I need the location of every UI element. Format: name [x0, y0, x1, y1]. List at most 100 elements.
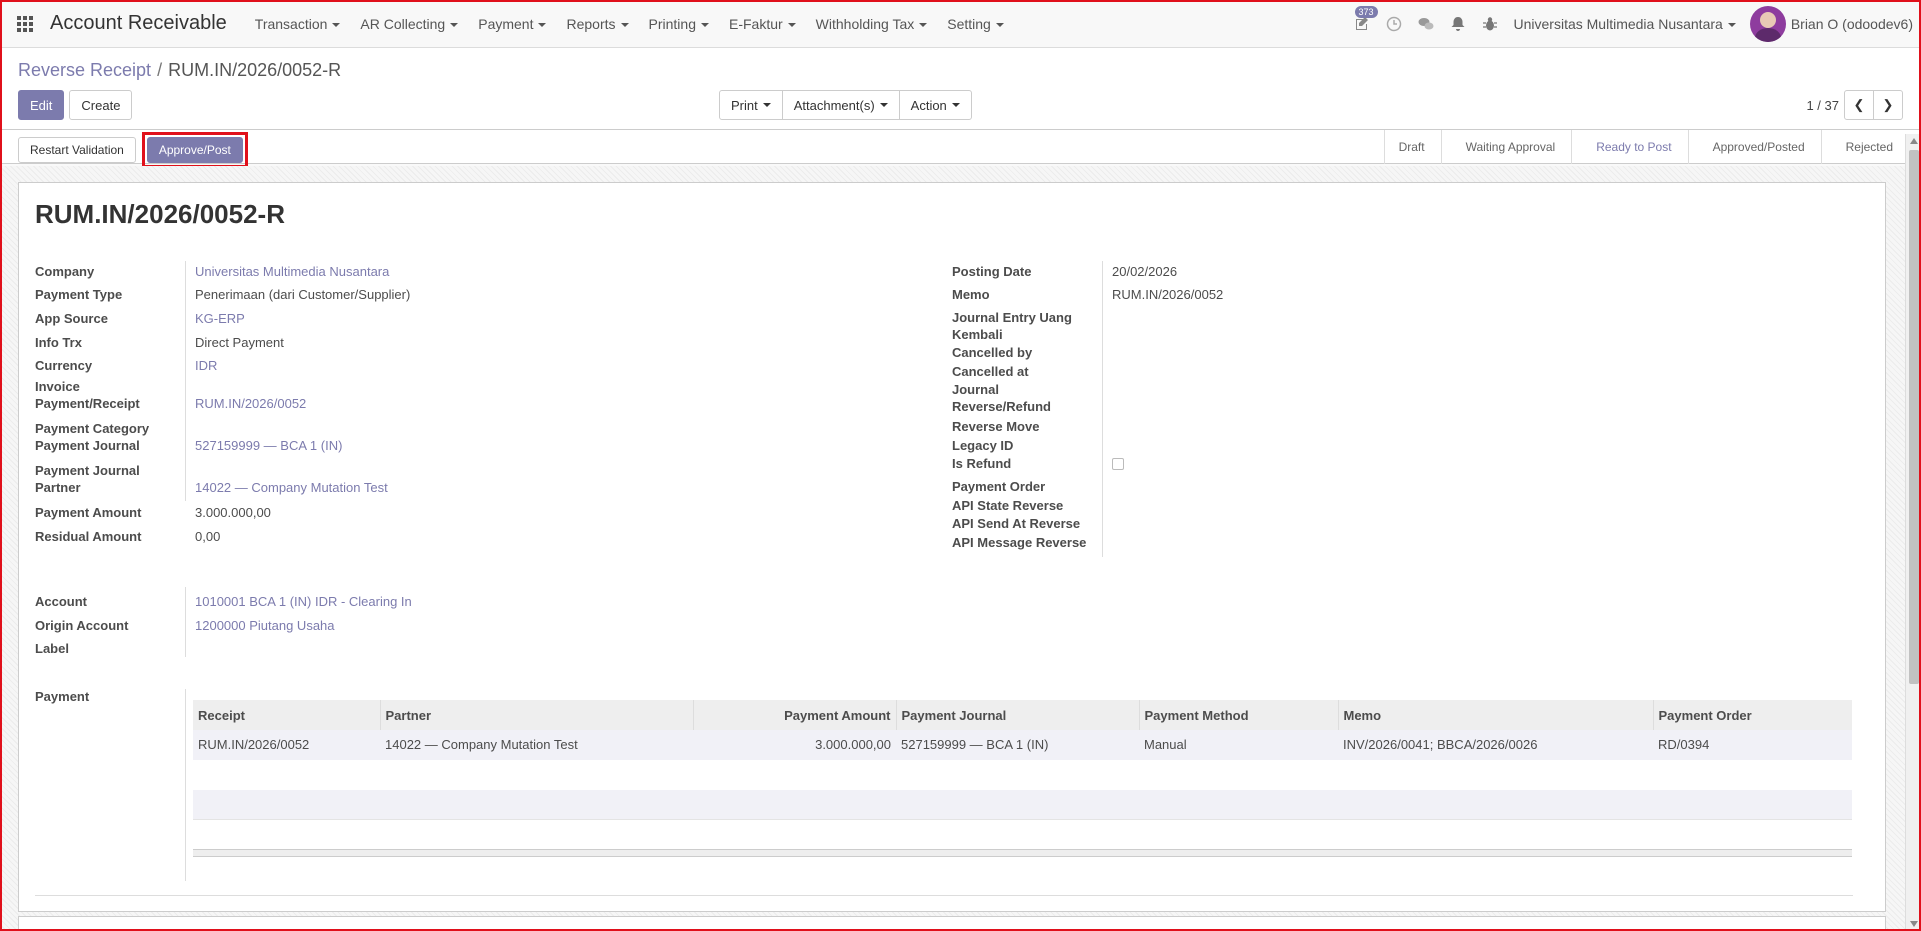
partner-link[interactable]: 14022 — Company Mutation Test: [195, 479, 388, 496]
clock-icon[interactable]: [1378, 0, 1410, 48]
pager-value[interactable]: 1 / 37: [1806, 98, 1839, 113]
field-is-refund: Is Refund: [952, 455, 1124, 472]
menu-setting[interactable]: Setting: [937, 16, 1014, 32]
action-label: Action: [910, 97, 947, 113]
is-refund-checkbox[interactable]: [1112, 458, 1124, 470]
column-header-payment-journal[interactable]: Payment Journal: [895, 700, 1139, 730]
company-name: Universitas Multimedia Nusantara: [1513, 16, 1723, 32]
field-api-send-at-reverse: API Send At Reverse: [952, 515, 1112, 532]
debug-bug-icon[interactable]: [1474, 0, 1506, 48]
state-rejected[interactable]: Rejected: [1820, 130, 1909, 164]
bell-icon[interactable]: [1442, 0, 1474, 48]
field-info-trx: Info Trx Direct Payment: [35, 334, 284, 351]
field-journal-reverse: Journal Reverse/Refund: [952, 381, 1112, 415]
currency-link[interactable]: IDR: [195, 357, 217, 374]
state-ready-to-post[interactable]: Ready to Post: [1571, 130, 1687, 164]
field-label: Journal Reverse/Refund: [952, 381, 1112, 415]
payment-type-value: Penerimaan (dari Customer/Supplier): [195, 287, 411, 302]
column-divider: [185, 689, 186, 881]
approve-post-button[interactable]: Approve/Post: [146, 137, 243, 163]
empty-table-row: [193, 760, 1852, 790]
state-waiting-approval[interactable]: Waiting Approval: [1440, 130, 1572, 164]
field-label: Info Trx: [35, 335, 82, 350]
account-link[interactable]: 1010001 BCA 1 (IN) IDR - Clearing In: [195, 593, 412, 610]
company-switcher[interactable]: Universitas Multimedia Nusantara: [1506, 16, 1750, 32]
scroll-thumb[interactable]: [1909, 150, 1919, 684]
print-dropdown[interactable]: Print: [719, 90, 783, 120]
invoice-link[interactable]: RUM.IN/2026/0052: [195, 395, 306, 412]
field-payment-amount: Payment Amount 3.000.000,00: [35, 504, 271, 521]
payment-journal-link[interactable]: 527159999 — BCA 1 (IN): [195, 437, 342, 454]
field-label: Label: [35, 641, 69, 656]
state-draft[interactable]: Draft: [1383, 130, 1441, 164]
pager: 1 / 37 ❮ ❯: [1806, 90, 1903, 120]
chevron-right-icon: ❯: [1882, 97, 1894, 112]
menu-e-faktur[interactable]: E-Faktur: [719, 16, 806, 32]
caret-down-icon: [951, 103, 960, 107]
cell-memo: INV/2026/0041; BBCA/2026/0026: [1338, 730, 1653, 761]
scroll-up-icon[interactable]: [1910, 138, 1918, 144]
pager-previous-button[interactable]: ❮: [1844, 90, 1874, 120]
field-invoice: Invoice Payment/Receipt RUM.IN/2026/0052: [35, 378, 306, 412]
caret-down-icon: [1727, 23, 1736, 28]
field-label: Is Refund: [952, 456, 1012, 471]
page-scrollbar[interactable]: [1905, 134, 1921, 931]
table-row[interactable]: RUM.IN/2026/0052 14022 — Company Mutatio…: [193, 730, 1852, 761]
field-label: Cancelled by: [952, 345, 1033, 360]
menu-label: E-Faktur: [728, 15, 783, 32]
table-header-row: Receipt Partner Payment Amount Payment J…: [193, 700, 1852, 730]
menu-label: Printing: [648, 15, 696, 32]
app-source-link[interactable]: KG-ERP: [195, 310, 245, 327]
edit-button[interactable]: Edit: [18, 90, 65, 120]
breadcrumb-parent-link[interactable]: Reverse Receipt: [18, 60, 151, 80]
field-residual-amount: Residual Amount 0,00: [35, 528, 220, 545]
action-dropdown[interactable]: Action: [898, 90, 972, 120]
scroll-down-icon[interactable]: [1910, 921, 1918, 927]
user-menu[interactable]: Brian O (odoodev6): [1749, 6, 1913, 42]
cell-payment-method: Manual: [1139, 730, 1338, 761]
field-label: Payment Journal Partner: [35, 462, 195, 496]
field-legacy-id: Legacy ID: [952, 437, 1112, 454]
label-line: Payment Category: [35, 421, 150, 436]
menu-withholding-tax[interactable]: Withholding Tax: [806, 16, 938, 32]
menu-transaction[interactable]: Transaction: [245, 16, 351, 32]
menu-label: Transaction: [254, 15, 328, 32]
caret-down-icon: [450, 22, 459, 27]
column-header-payment-order[interactable]: Payment Order: [1652, 700, 1852, 730]
field-label: API Message Reverse: [952, 535, 1087, 550]
column-header-receipt[interactable]: Receipt: [193, 700, 380, 730]
menu-payment[interactable]: Payment: [468, 16, 556, 32]
chat-icon[interactable]: [1410, 0, 1442, 48]
pager-next-button[interactable]: ❯: [1873, 90, 1903, 120]
form-statusbar: Restart Validation Approve/Post Draft Wa…: [0, 130, 1921, 168]
origin-account-link[interactable]: 1200000 Piutang Usaha: [195, 617, 335, 634]
cell-partner: 14022 — Company Mutation Test: [380, 730, 693, 761]
activity-edit-icon[interactable]: 373: [1346, 0, 1378, 48]
menu-reports[interactable]: Reports: [556, 16, 638, 32]
record-title: RUM.IN/2026/0052-R: [35, 199, 285, 229]
create-button[interactable]: Create: [69, 90, 133, 120]
menu-printing[interactable]: Printing: [639, 16, 719, 32]
column-header-payment-amount[interactable]: Payment Amount: [692, 700, 896, 730]
apps-menu-icon[interactable]: [0, 0, 50, 48]
activity-count-badge: 373: [1354, 6, 1378, 18]
restart-validation-button[interactable]: Restart Validation: [18, 137, 136, 163]
menu-ar-collecting[interactable]: AR Collecting: [350, 16, 468, 32]
avatar: [1749, 6, 1786, 42]
caret-down-icon: [995, 22, 1004, 27]
label-line: Partner: [35, 480, 81, 495]
label-line: Invoice: [35, 379, 80, 394]
app-title[interactable]: Account Receivable: [50, 12, 227, 35]
column-header-memo[interactable]: Memo: [1337, 700, 1653, 730]
state-approved-posted[interactable]: Approved/Posted: [1687, 130, 1821, 164]
field-api-message-reverse: API Message Reverse: [952, 534, 1112, 551]
user-name: Brian O (odoodev6): [1790, 16, 1913, 32]
field-posting-date: Posting Date 20/02/2026: [952, 263, 1177, 280]
payment-amount-value: 3.000.000,00: [195, 505, 271, 520]
label-line: Journal Entry Uang: [952, 310, 1072, 325]
column-header-payment-method[interactable]: Payment Method: [1138, 700, 1338, 730]
column-header-partner[interactable]: Partner: [379, 700, 693, 730]
company-link[interactable]: Universitas Multimedia Nusantara: [195, 263, 389, 280]
caret-down-icon: [538, 22, 547, 27]
attachments-dropdown[interactable]: Attachment(s): [781, 90, 900, 120]
